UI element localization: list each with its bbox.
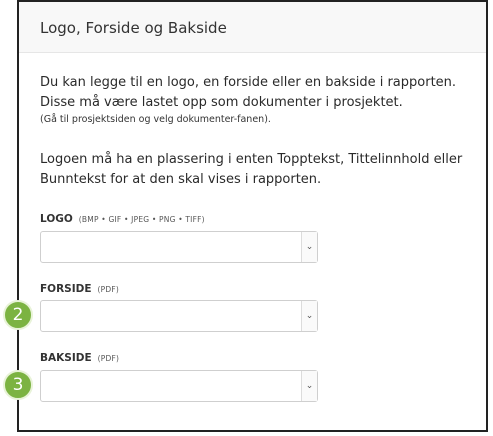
- forside-label: FORSIDE (PDF): [40, 283, 119, 295]
- logo-select[interactable]: ⌄: [40, 231, 318, 263]
- report-logo-panel: Logo, Forside og Bakside Du kan legge ti…: [17, 0, 488, 432]
- intro-text: Du kan legge til en logo, en forside ell…: [40, 75, 457, 110]
- chevron-down-icon[interactable]: ⌄: [301, 232, 317, 262]
- chevron-down-icon[interactable]: ⌄: [301, 301, 317, 331]
- step-badge-2: 2: [3, 300, 33, 330]
- logo-formats: (BMP • GIF • JPEG • PNG • TIFF): [78, 215, 205, 224]
- chevron-down-icon[interactable]: ⌄: [301, 371, 317, 401]
- forside-select[interactable]: ⌄: [40, 300, 318, 332]
- logo-placement-info: Logoen må ha en plassering i enten Toppt…: [40, 152, 463, 187]
- step-badge-3: 3: [3, 370, 33, 400]
- panel-title: Logo, Forside og Bakside: [40, 19, 227, 37]
- logo-label-text: LOGO: [40, 213, 73, 225]
- documents-tab-note: (Gå til prosjektsiden og velg dokumenter…: [40, 114, 271, 125]
- bakside-select[interactable]: ⌄: [40, 370, 318, 402]
- logo-label: LOGO (BMP • GIF • JPEG • PNG • TIFF): [40, 213, 205, 225]
- bakside-label-text: BAKSIDE: [40, 352, 92, 364]
- panel-header: Logo, Forside og Bakside: [19, 2, 486, 53]
- forside-formats: (PDF): [97, 285, 120, 294]
- bakside-label: BAKSIDE (PDF): [40, 352, 119, 364]
- bakside-formats: (PDF): [97, 354, 120, 363]
- forside-label-text: FORSIDE: [40, 283, 92, 295]
